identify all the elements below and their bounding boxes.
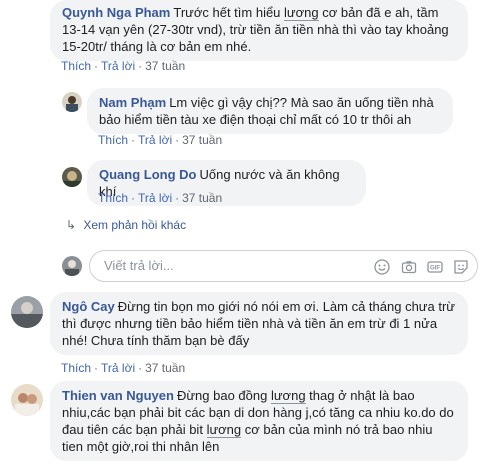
separator-dot: · — [138, 361, 143, 375]
comment-author[interactable]: Quynh Nga Pham — [62, 5, 170, 20]
comment-text: cơ bản của mình nó trả bao nhiu — [241, 422, 433, 437]
comment-text-line: Thien van Nguyen Đừng bao đồng lương thag… — [62, 387, 456, 404]
comment-timestamp: 37 tuần — [182, 191, 223, 205]
comment-text: nhiu,các bạn phải bit các bạn di don hàn… — [62, 405, 454, 420]
highlighted-keyword[interactable]: lương — [270, 388, 306, 404]
nam-pham-avatar-image — [62, 92, 82, 112]
comment-text-line: Ngô Cay Đừng tin bọn mo giới nó nói em ơi… — [62, 298, 456, 315]
comment-text-line: nhé! Chưa tính thăm bạn bè đấy — [62, 332, 456, 349]
comment-text-line: 15-20tr/ tháng là cơ bản em nhé. — [62, 38, 456, 55]
reply-input[interactable] — [102, 257, 306, 274]
comment-text: tien một giờ,roi thi nhân lên — [62, 439, 220, 454]
reply-link[interactable]: Trả lời — [138, 133, 172, 147]
comment-author[interactable]: Ngô Cay — [62, 299, 115, 314]
more-replies-label: Xem phản hồi khác — [83, 218, 187, 232]
comment-text: Đừng tin bọn mo giới nó nói em ơi. Làm c… — [117, 299, 455, 314]
comment-text-line: tien một giờ,roi thi nhân lên — [62, 438, 456, 455]
highlighted-keyword[interactable]: lương — [206, 422, 242, 438]
comment-author[interactable]: Nam Phạm — [99, 95, 166, 110]
comment-text: cơ bản đã e ah, tầm — [318, 5, 439, 20]
separator-dot: · — [175, 191, 180, 205]
comment-timestamp: 37 tuần — [182, 133, 223, 147]
comment-text-line: đau tiên các bạn phải bit lương cơ bản c… — [62, 421, 456, 438]
separator-dot: · — [131, 191, 136, 205]
comment-actions: Thích · Trả lời · 37 tuần — [98, 191, 222, 205]
comment-text-line: nhiu,các bạn phải bit các bạn di don hàn… — [62, 404, 456, 421]
comment-text: Đừng bao đồng — [176, 388, 271, 403]
svg-text:GIF: GIF — [430, 266, 440, 272]
like-link[interactable]: Thích — [98, 133, 128, 147]
quang-long-do-avatar-image — [62, 167, 82, 187]
separator-dot: · — [138, 59, 143, 73]
avatar[interactable] — [62, 167, 82, 187]
reply-link[interactable]: Trả lời — [101, 361, 135, 375]
separator-dot: · — [175, 133, 180, 147]
emoji-icon[interactable] — [374, 259, 390, 275]
like-link[interactable]: Thích — [61, 59, 91, 73]
separator-dot: · — [94, 361, 99, 375]
comment-text: 13-14 vạn yên (27-30tr vnd), trừ tiền ăn… — [62, 22, 449, 37]
comment-text: nhé! Chưa tính thăm bạn bè đấy — [62, 333, 250, 348]
separator-dot: · — [94, 59, 99, 73]
comment-author[interactable]: Quang Long Do — [99, 167, 196, 182]
comment-text: 15-20tr/ tháng là cơ bản em nhé. — [62, 39, 252, 54]
reply-link[interactable]: Trả lời — [101, 59, 135, 73]
like-link[interactable]: Thích — [61, 361, 91, 375]
avatar[interactable] — [11, 384, 43, 416]
comment-text: Trước hết tìm hiểu — [173, 5, 285, 20]
comment-actions: Thích · Trả lời · 37 tuần — [98, 133, 222, 147]
comment-author[interactable]: Thien van Nguyen — [62, 388, 174, 403]
comment-timestamp: 37 tuần — [145, 59, 186, 73]
gif-icon[interactable]: GIF — [427, 259, 443, 275]
comment-text-line: bảo hiểm tiền tàu xe điện thoại chỉ mất … — [99, 111, 441, 128]
highlighted-keyword[interactable]: lương — [284, 5, 319, 21]
comment-text-line: Quynh Nga Pham Trước hết tìm hiểu lương c… — [62, 4, 456, 21]
reply-arrow-icon: ↳ — [66, 218, 77, 232]
comment-text: đau tiên các bạn phải bit — [62, 422, 207, 437]
comment-text-line: thì được nhưng tiền bảo hiểm tiền nhà và… — [62, 315, 456, 332]
separator-dot: · — [131, 133, 136, 147]
reply-link[interactable]: Trả lời — [138, 191, 172, 205]
like-link[interactable]: Thích — [98, 191, 128, 205]
comment-text: thag ở nhật là bao — [305, 388, 415, 403]
comment-bubble: Quynh Nga Pham Trước hết tìm hiểu lương c… — [50, 0, 468, 61]
avatar[interactable] — [62, 256, 82, 276]
comment-timestamp: 37 tuần — [145, 361, 186, 375]
comment-bubble: Ngô Cay Đừng tin bọn mo giới nó nói em ơi… — [50, 292, 468, 355]
comment-text-line: Nam Phạm Lm việc gì vậy chị?? Mà sao ăn u… — [99, 94, 441, 111]
thien-van-nguyen-avatar-image — [11, 384, 43, 416]
camera-icon[interactable] — [401, 259, 417, 275]
comment-text-line: 13-14 vạn yên (27-30tr vnd), trừ tiền ăn… — [62, 21, 456, 38]
ngo-cay-avatar-image — [11, 296, 43, 328]
comment-actions: Thích · Trả lời · 37 tuần — [61, 361, 185, 375]
comment-text: bảo hiểm tiền tàu xe điện thoại chỉ mất … — [99, 112, 412, 127]
more-replies-link[interactable]: ↳ Xem phản hồi khác — [66, 218, 186, 232]
comment-bubble: Thien van Nguyen Đừng bao đồng lương thag… — [50, 381, 468, 461]
comment-actions: Thích · Trả lời · 37 tuần — [61, 59, 185, 73]
current-user-avatar-image — [62, 256, 82, 276]
reply-input-box[interactable]: GIF — [89, 250, 478, 282]
comment-text: Lm việc gì vậy chị?? Mà sao ăn uống tiền… — [169, 95, 434, 110]
comment-text: thì được nhưng tiền bảo hiểm tiền nhà và… — [62, 316, 438, 331]
comment-bubble: Nam Phạm Lm việc gì vậy chị?? Mà sao ăn u… — [87, 88, 453, 134]
avatar[interactable] — [11, 296, 43, 328]
avatar[interactable] — [62, 92, 82, 112]
sticker-icon[interactable] — [453, 259, 469, 275]
